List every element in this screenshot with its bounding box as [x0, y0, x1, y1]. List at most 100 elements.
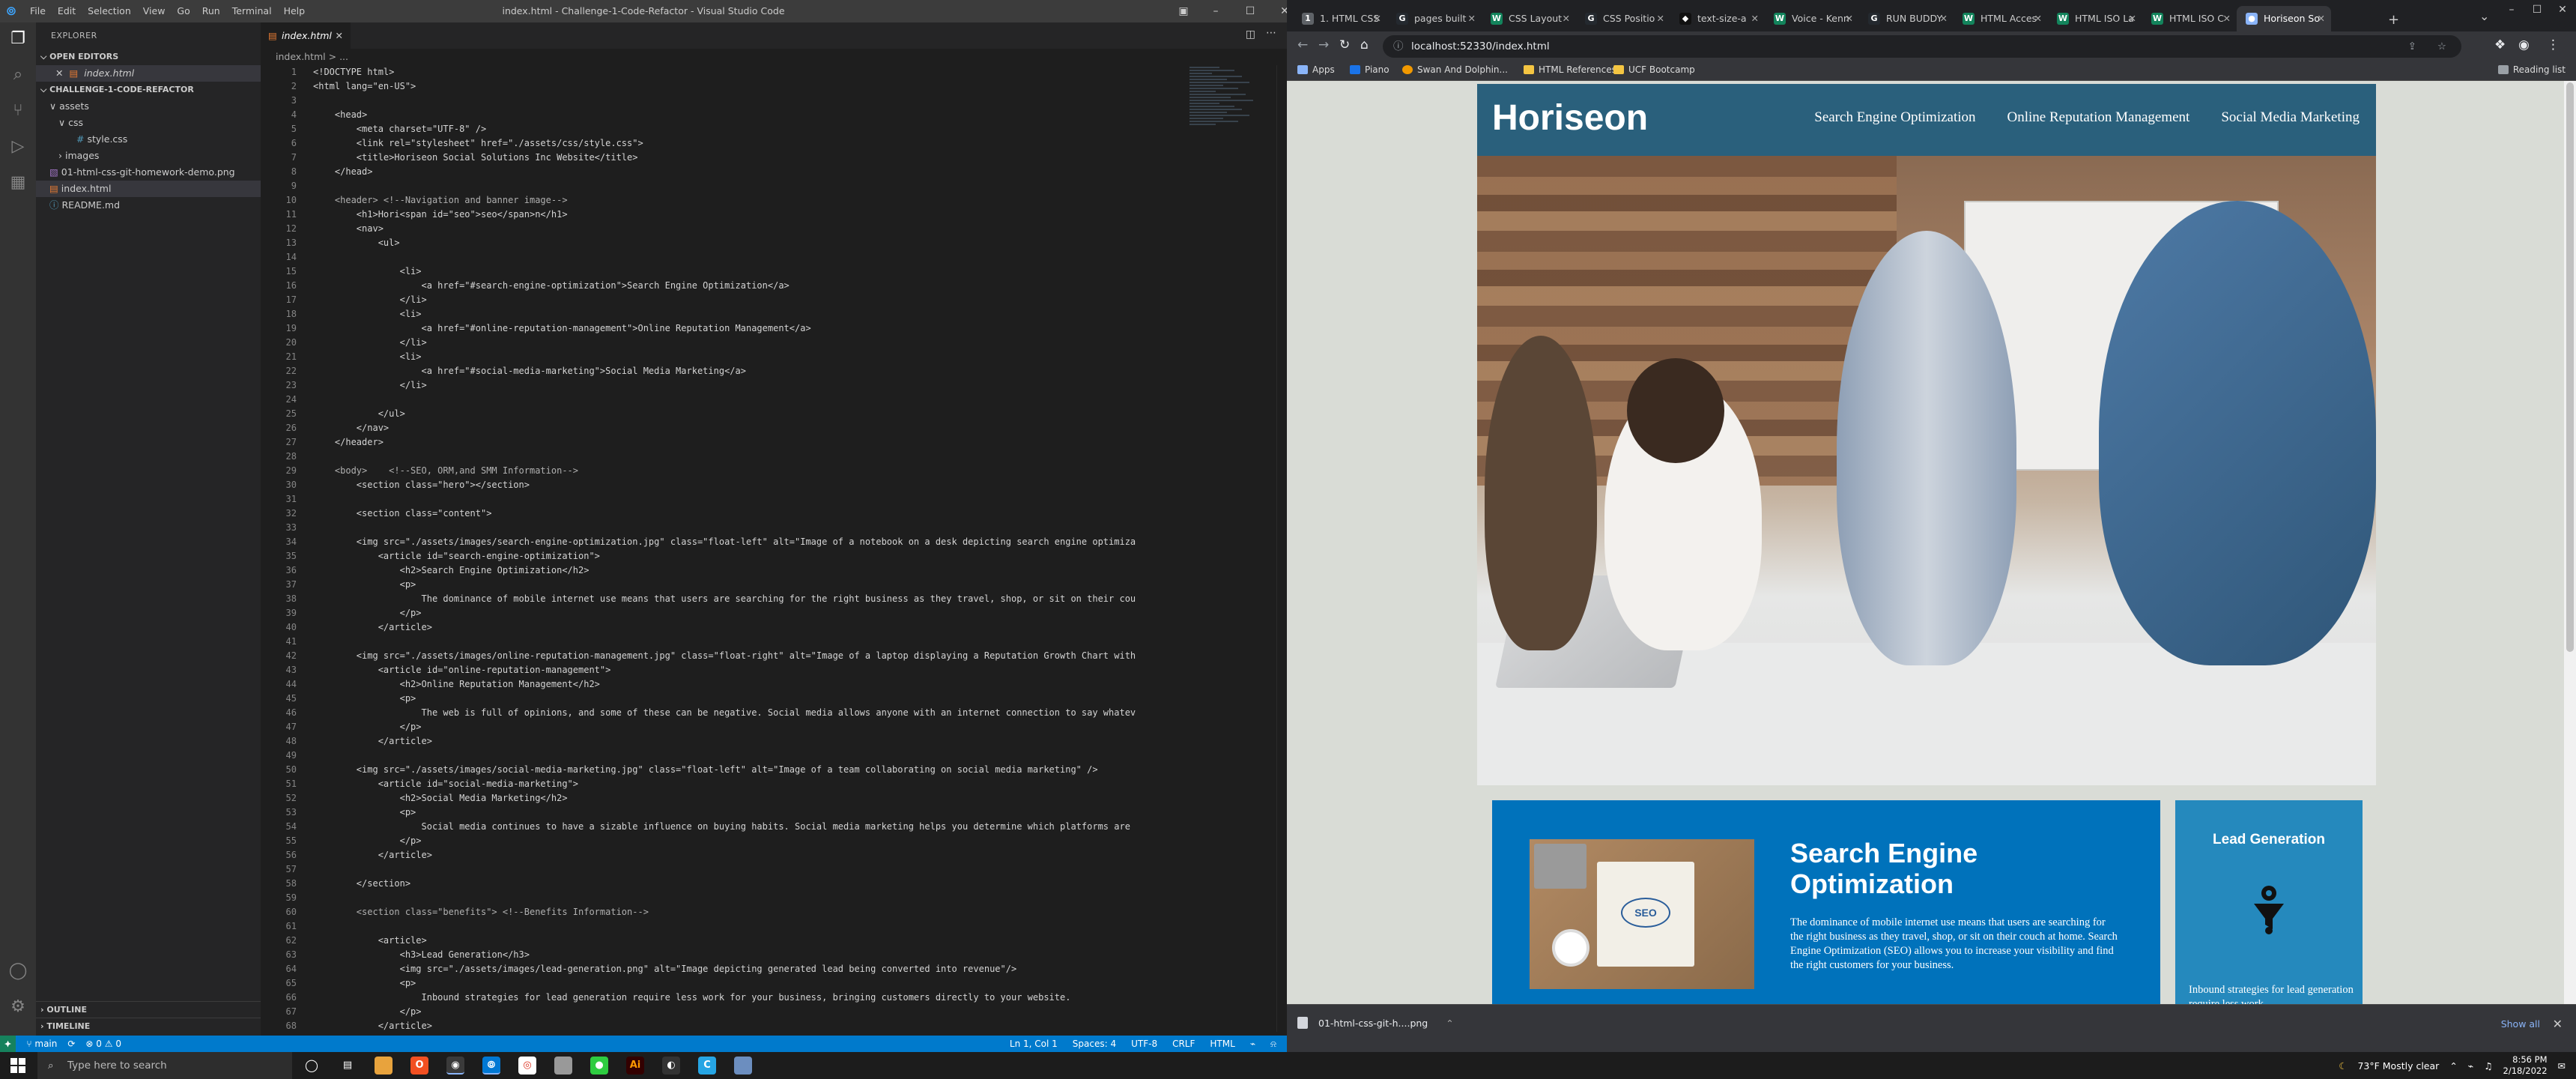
tree-item-css[interactable]: ∨ css: [36, 115, 261, 131]
bookmark-star-icon[interactable]: ☆: [2437, 35, 2446, 58]
code-line[interactable]: 28: [261, 450, 1189, 464]
code-line[interactable]: 54 Social media continues to have a siza…: [261, 820, 1189, 834]
network-icon[interactable]: ⌁: [2468, 1060, 2474, 1072]
code-line[interactable]: 63 <h3>Lead Generation</h3>: [261, 948, 1189, 962]
code-line[interactable]: 18 <li>: [261, 307, 1189, 321]
menu-help[interactable]: Help: [284, 5, 306, 16]
close-tab-icon[interactable]: ✕: [1468, 6, 1476, 31]
close-icon[interactable]: ✕: [2550, 1, 2575, 18]
close-tab-icon[interactable]: ✕: [1751, 6, 1759, 31]
code-line[interactable]: 9: [261, 179, 1189, 193]
code-line[interactable]: 42 <img src="./assets/images/online-repu…: [261, 649, 1189, 663]
chrome-taskbar-icon[interactable]: ◉: [446, 1057, 464, 1075]
close-tab-icon[interactable]: ✕: [2129, 6, 2136, 31]
code-line[interactable]: 11 <h1>Hori<span id="seo">seo</span>n</h…: [261, 208, 1189, 222]
browser-tab[interactable]: W Voice - Kenn ✕: [1765, 6, 1859, 31]
code-line[interactable]: 50 <img src="./assets/images/social-medi…: [261, 763, 1189, 777]
code-line[interactable]: 65 <p>: [261, 976, 1189, 991]
bookmark-swan[interactable]: Swan And Dolphin...: [1402, 64, 1508, 75]
code-line[interactable]: 62 <article>: [261, 934, 1189, 948]
menu-go[interactable]: Go: [177, 5, 190, 16]
code-line[interactable]: 33: [261, 521, 1189, 535]
code-line[interactable]: 57: [261, 862, 1189, 877]
code-line[interactable]: 2 <html lang="en-US">: [261, 79, 1189, 94]
code-line[interactable]: 49: [261, 749, 1189, 763]
code-line[interactable]: 31: [261, 492, 1189, 507]
tree-item-index-html[interactable]: ▤ index.html: [36, 181, 261, 197]
close-tab-icon[interactable]: ✕: [2223, 6, 2231, 31]
layout-icon[interactable]: ▣: [1169, 3, 1198, 19]
clock[interactable]: 8:56 PM 2/18/2022: [2503, 1054, 2548, 1077]
code-line[interactable]: 43 <article id="online-reputation-manage…: [261, 663, 1189, 677]
breadcrumb[interactable]: index.html > ...: [261, 49, 1287, 65]
nav-smm[interactable]: Social Media Marketing: [2221, 109, 2360, 126]
menu-kebab-icon[interactable]: ⋮: [2547, 37, 2560, 52]
code-line[interactable]: 30 <section class="hero"></section>: [261, 478, 1189, 492]
office-icon[interactable]: O: [410, 1057, 428, 1075]
code-line[interactable]: 13 <ul>: [261, 236, 1189, 250]
menu-file[interactable]: File: [30, 5, 46, 16]
app-blue-icon[interactable]: C: [698, 1057, 716, 1075]
project-section[interactable]: ⌵ CHALLENGE-1-CODE-REFACTOR: [36, 82, 261, 98]
code-line[interactable]: 52 <h2>Social Media Marketing</h2>: [261, 791, 1189, 806]
close-download-bar-icon[interactable]: ✕: [2553, 1017, 2563, 1031]
code-line[interactable]: 34 <img src="./assets/images/search-engi…: [261, 535, 1189, 549]
code-line[interactable]: 23 </li>: [261, 378, 1189, 393]
close-tab-icon[interactable]: ✕: [1846, 6, 1853, 31]
close-tab-icon[interactable]: ✕: [1657, 6, 1664, 31]
language-mode[interactable]: HTML: [1210, 1036, 1234, 1052]
remote-icon[interactable]: ⯌: [0, 1036, 16, 1052]
file-explorer-icon[interactable]: [375, 1057, 393, 1075]
extensions-icon[interactable]: ▦: [7, 172, 28, 193]
menu-run[interactable]: Run: [202, 5, 220, 16]
back-arrow-icon[interactable]: ←: [1297, 37, 1308, 52]
minimize-icon[interactable]: –: [1198, 3, 1233, 19]
browser-tab[interactable]: W HTML ISO La ✕: [2048, 6, 2142, 31]
code-line[interactable]: 48 </article>: [261, 734, 1189, 749]
code-line[interactable]: 22 <a href="#social-media-marketing">Soc…: [261, 364, 1189, 378]
minimap[interactable]: [1189, 65, 1264, 215]
code-line[interactable]: 10 <header> <!--Navigation and banner im…: [261, 193, 1189, 208]
code-line[interactable]: 68 </article>: [261, 1019, 1189, 1032]
reading-list[interactable]: Reading list: [2497, 64, 2566, 75]
account-icon[interactable]: ◯: [7, 961, 28, 982]
forward-arrow-icon[interactable]: →: [1318, 37, 1329, 52]
cortana-icon[interactable]: ◯: [303, 1057, 321, 1075]
code-line[interactable]: 1 <!DOCTYPE html>: [261, 65, 1189, 79]
code-line[interactable]: 64 <img src="./assets/images/lead-genera…: [261, 962, 1189, 976]
code-line[interactable]: 3: [261, 94, 1189, 108]
volume-icon[interactable]: ♫: [2484, 1060, 2492, 1072]
close-icon[interactable]: ✕: [55, 67, 63, 79]
browser-tab[interactable]: W HTML Acces ✕: [1954, 6, 2048, 31]
code-line[interactable]: 8 </head>: [261, 165, 1189, 179]
spotify-icon[interactable]: ●: [590, 1057, 608, 1075]
outline-section[interactable]: › OUTLINE: [36, 1001, 261, 1018]
home-icon[interactable]: ⌂: [1360, 37, 1369, 52]
close-tab-icon[interactable]: ✕: [1374, 6, 1381, 31]
reload-icon[interactable]: ↻: [1339, 37, 1350, 52]
browser-tab[interactable]: W HTML ISO C ✕: [2142, 6, 2237, 31]
explorer-files-icon[interactable]: ❐: [7, 28, 28, 49]
code-line[interactable]: 21 <li>: [261, 350, 1189, 364]
close-tab-icon[interactable]: ✕: [1940, 6, 1948, 31]
code-line[interactable]: 39 </p>: [261, 606, 1189, 620]
share-icon[interactable]: ⇪: [2408, 35, 2416, 58]
browser-tab[interactable]: G CSS Positio ✕: [1576, 6, 1670, 31]
code-line[interactable]: 44 <h2>Online Reputation Management</h2>: [261, 677, 1189, 692]
code-line[interactable]: 67 </p>: [261, 1005, 1189, 1019]
code-line[interactable]: 19 <a href="#online-reputation-managemen…: [261, 321, 1189, 336]
code-line[interactable]: 41: [261, 635, 1189, 649]
github-icon[interactable]: ◐: [662, 1057, 680, 1075]
editor-tab-index-html[interactable]: ▤ index.html ✕: [261, 22, 351, 49]
code-line[interactable]: 16 <a href="#search-engine-optimization"…: [261, 279, 1189, 293]
minimize-icon[interactable]: –: [2499, 1, 2524, 18]
code-line[interactable]: 14: [261, 250, 1189, 265]
code-line[interactable]: 35 <article id="search-engine-optimizati…: [261, 549, 1189, 563]
sync-icon[interactable]: ⟳: [67, 1036, 75, 1052]
tree-item-readme[interactable]: ⓘ README.md: [36, 197, 261, 214]
encoding[interactable]: UTF-8: [1131, 1036, 1157, 1052]
code-line[interactable]: 36 <h2>Search Engine Optimization</h2>: [261, 563, 1189, 578]
code-line[interactable]: 59: [261, 891, 1189, 905]
maximize-icon[interactable]: ☐: [1233, 3, 1267, 19]
nav-orm[interactable]: Online Reputation Management: [2007, 109, 2190, 126]
